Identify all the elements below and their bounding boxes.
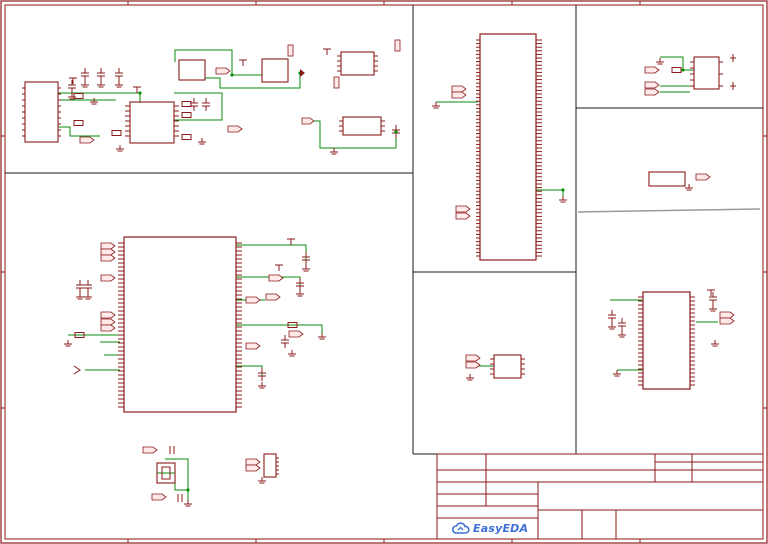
net-label-flag	[245, 464, 261, 472]
net-label-flag	[719, 317, 735, 325]
net-label-flag	[100, 242, 116, 250]
net-label-flag	[100, 254, 116, 262]
net-label-flag	[455, 212, 471, 220]
small-ics	[24, 51, 720, 484]
net-label-flag	[644, 81, 660, 89]
resistor	[181, 134, 192, 140]
schematic-canvas[interactable]	[0, 0, 768, 544]
net-label-vertical	[287, 44, 294, 57]
net-label-flag	[288, 330, 304, 338]
net-label-flag	[151, 493, 167, 501]
net-label-flag	[695, 173, 711, 181]
resistor	[111, 130, 122, 136]
net-label-flag	[100, 318, 116, 326]
net-label-flag	[227, 125, 243, 133]
brand-logo: EasyEDA	[452, 519, 528, 537]
nets	[58, 49, 718, 502]
net-label-flag	[644, 66, 660, 74]
junction-dot	[138, 91, 142, 95]
net-label-flag	[719, 311, 735, 319]
schematic-drawing	[0, 0, 768, 544]
resistor	[73, 93, 84, 99]
net-label-flag	[451, 91, 467, 99]
net-label-flag	[245, 342, 261, 350]
section-divider-dashed	[577, 208, 761, 213]
net-label-flag	[215, 67, 231, 75]
resistor	[671, 67, 682, 73]
net-label-flag	[100, 324, 116, 332]
net-label-flag	[265, 293, 281, 301]
brand-name: EasyEDA	[473, 521, 529, 535]
arrow-symbol	[73, 365, 81, 375]
junction-dot	[561, 188, 565, 192]
junction-dot	[681, 68, 685, 72]
net-label-flag	[465, 354, 481, 362]
resistor	[181, 101, 192, 107]
net-label-flag	[142, 446, 158, 454]
net-label-flag	[245, 296, 261, 304]
net-label-vertical	[333, 76, 340, 89]
net-label-flag	[100, 311, 116, 319]
resistor	[73, 120, 84, 126]
net-label-flag	[451, 85, 467, 93]
net-label-flag	[245, 458, 261, 466]
ic-memory	[642, 291, 691, 390]
resistor	[181, 112, 192, 118]
cloud-icon	[452, 521, 470, 534]
junction-dot	[230, 73, 234, 77]
net-label-flag	[301, 117, 315, 125]
net-label-flag	[455, 205, 471, 213]
junction-dot	[394, 130, 398, 134]
ic-mcu-main	[123, 236, 237, 413]
ic-fpga	[479, 33, 537, 261]
net-label-vertical	[394, 39, 401, 52]
arrow-symbol	[300, 69, 305, 77]
net-label-flag	[268, 274, 284, 282]
net-label-flag	[100, 248, 116, 256]
net-label-flag	[465, 361, 481, 369]
net-label-flag	[100, 274, 116, 282]
generated-symbols	[22, 39, 736, 507]
net-label-flag	[644, 88, 660, 96]
junction-dot	[186, 488, 190, 492]
net-label-flag	[79, 136, 95, 144]
